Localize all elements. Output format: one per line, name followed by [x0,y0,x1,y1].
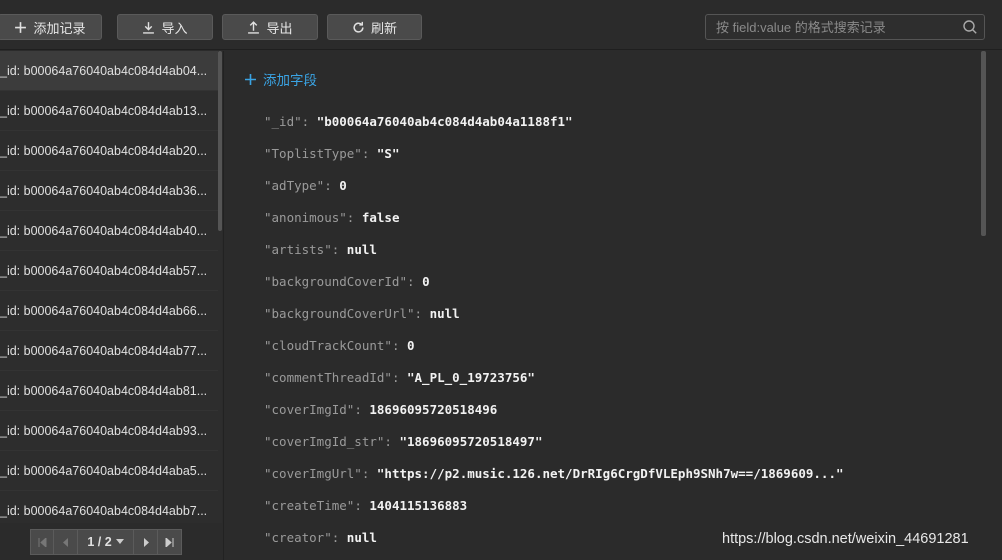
export-button[interactable]: 导出 [222,14,318,40]
field-value: 0 [407,338,415,353]
field-row[interactable]: "commentThreadId": "A_PL_0_19723756" [264,362,844,394]
field-key: "anonimous" [264,210,347,225]
field-row[interactable]: "coverImgId": 18696095720518496 [264,394,844,426]
record-item[interactable]: _id: b00064a76040ab4c084d4ab40... [0,211,218,251]
import-label: 导入 [161,20,188,36]
field-list: "_id": "b00064a76040ab4c084d4ab04a1188f1… [264,106,844,554]
prev-page-icon [62,537,68,547]
field-value: "A_PL_0_19723756" [407,370,535,385]
page-select[interactable]: 1 / 2 [77,529,134,555]
refresh-icon [353,21,364,33]
record-item[interactable]: _id: b00064a76040ab4c084d4ab13... [0,91,218,131]
search-input[interactable] [706,15,956,39]
field-value: null [346,530,377,545]
search-icon[interactable] [962,19,978,35]
field-value: 0 [422,274,430,289]
field-key: "adType" [264,178,325,193]
field-value: 1404115136883 [369,498,468,513]
record-item[interactable]: _id: b00064a76040ab4c084d4ab04... [0,51,218,91]
record-item[interactable]: _id: b00064a76040ab4c084d4ab20... [0,131,218,171]
field-key: "artists" [264,242,332,257]
field-row[interactable]: "adType": 0 [264,170,844,202]
field-key: "cloudTrackCount" [264,338,392,353]
field-key: "createTime" [264,498,355,513]
refresh-button[interactable]: 刷新 [327,14,422,40]
record-item[interactable]: _id: b00064a76040ab4c084d4aba5... [0,451,218,491]
field-key: "coverImgUrl" [264,466,362,481]
field-row[interactable]: "coverImgId_str": "18696095720518497" [264,426,844,458]
field-value: "18696095720518497" [399,434,543,449]
field-key: "_id" [264,114,302,129]
first-page-icon [38,537,46,547]
field-key: "ToplistType" [264,146,362,161]
field-value: null [346,242,377,257]
last-page-button[interactable] [157,529,182,555]
field-value: "b00064a76040ab4c084d4ab04a1188f1" [316,114,573,129]
field-row[interactable]: "backgroundCoverUrl": null [264,298,844,330]
pagination: 1 / 2 [0,523,222,560]
last-page-icon [165,537,174,547]
record-item[interactable]: _id: b00064a76040ab4c084d4ab66... [0,291,218,331]
database-console: 添加记录 导入 导出 刷新 _id: b00064a76040ab4c084d4… [0,0,1002,560]
field-key: "creator" [264,530,332,545]
field-row[interactable]: "_id": "b00064a76040ab4c084d4ab04a1188f1… [264,106,844,138]
next-page-icon [143,537,149,547]
record-item[interactable]: _id: b00064a76040ab4c084d4ab93... [0,411,218,451]
record-item[interactable]: _id: b00064a76040ab4c084d4ab77... [0,331,218,371]
field-value: "https://p2.music.126.net/DrRIg6CrgDfVLE… [376,466,844,481]
plus-icon [15,21,27,33]
field-row[interactable]: "backgroundCoverId": 0 [264,266,844,298]
record-detail: 添加字段 "_id": "b00064a76040ab4c084d4ab04a1… [223,51,1002,560]
record-list: _id: b00064a76040ab4c084d4ab04... _id: b… [0,51,222,523]
prev-page-button[interactable] [53,529,78,555]
field-row[interactable]: "ToplistType": "S" [264,138,844,170]
field-row[interactable]: "cloudTrackCount": 0 [264,330,844,362]
record-item[interactable]: _id: b00064a76040ab4c084d4abb7... [0,491,218,523]
add-record-label: 添加记录 [33,20,86,36]
field-value: null [429,306,460,321]
upload-icon [248,20,260,34]
next-page-button[interactable] [133,529,158,555]
add-field-button[interactable]: 添加字段 [244,69,317,89]
field-row[interactable]: "anonimous": false [264,202,844,234]
record-item[interactable]: _id: b00064a76040ab4c084d4ab81... [0,371,218,411]
toolbar: 添加记录 导入 导出 刷新 [0,0,1002,50]
download-icon [143,21,155,34]
field-key: "backgroundCoverUrl" [264,306,415,321]
field-row[interactable]: "createTime": 1404115136883 [264,490,844,522]
field-key: "coverImgId_str" [264,434,385,449]
watermark: https://blog.csdn.net/weixin_44691281 [722,531,969,547]
record-item[interactable]: _id: b00064a76040ab4c084d4ab57... [0,251,218,291]
field-value: 0 [339,178,347,193]
refresh-label: 刷新 [370,20,397,36]
field-value: "S" [376,146,400,161]
list-scrollbar[interactable] [218,51,222,231]
record-item[interactable]: _id: b00064a76040ab4c084d4ab36... [0,171,218,211]
field-key: "commentThreadId" [264,370,392,385]
field-row[interactable]: "coverImgUrl": "https://p2.music.126.net… [264,458,844,490]
add-field-label: 添加字段 [263,73,317,88]
import-button[interactable]: 导入 [117,14,213,40]
field-value: false [361,210,400,225]
first-page-button[interactable] [30,529,54,555]
field-row[interactable]: "artists": null [264,234,844,266]
export-label: 导出 [266,20,293,36]
add-record-button[interactable]: 添加记录 [0,14,102,40]
detail-scrollbar[interactable] [981,51,986,236]
field-key: "coverImgId" [264,402,355,417]
search-box [705,14,985,40]
plus-icon [245,73,256,85]
field-key: "backgroundCoverId" [264,274,407,289]
page-indicator: 1 / 2 [87,535,112,549]
field-value: 18696095720518496 [369,402,498,417]
chevron-down-icon [115,539,124,544]
